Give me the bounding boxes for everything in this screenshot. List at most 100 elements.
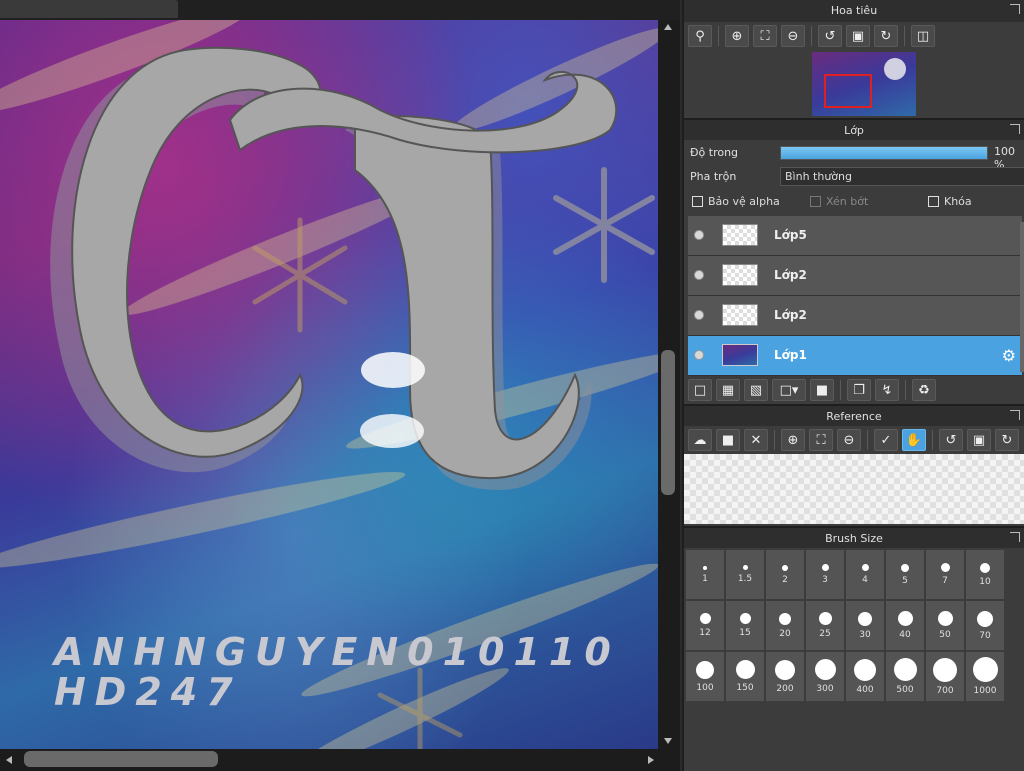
checkbox-box[interactable] <box>692 195 703 207</box>
navigator-view-rect[interactable] <box>824 74 872 108</box>
brush-dot <box>739 613 751 624</box>
toolbar-separator <box>718 26 719 46</box>
rotate-left-icon[interactable]: ↺ <box>818 25 842 47</box>
brush-size-option[interactable]: 5 <box>886 550 924 599</box>
navigator-preview[interactable] <box>684 50 1024 118</box>
duplicate-layer-icon[interactable]: ❐ <box>847 379 871 401</box>
opacity-slider[interactable] <box>780 146 988 160</box>
layer-item[interactable]: Lớp2 <box>688 256 1022 296</box>
rotate-right-icon[interactable]: ↻ <box>995 429 1019 451</box>
add-layer-menu-icon[interactable]: □▾ <box>772 379 806 401</box>
brush-size-option[interactable]: 15 <box>726 601 764 650</box>
merge-layer-icon[interactable]: ↯ <box>875 379 899 401</box>
new-raster-layer-icon[interactable]: ▦ <box>716 379 740 401</box>
brush-size-option[interactable]: 7 <box>926 550 964 599</box>
clipping-checkbox[interactable]: Xén bớt <box>810 195 928 208</box>
brush-size-option[interactable]: 1 <box>686 550 724 599</box>
brush-size-option[interactable]: 200 <box>766 652 804 701</box>
fit-screen-icon[interactable]: ▣ <box>846 25 870 47</box>
open-folder-icon[interactable]: ■ <box>716 429 740 451</box>
scroll-up-icon[interactable] <box>664 24 672 30</box>
zoom-out-icon[interactable]: ⊖ <box>837 429 861 451</box>
protect-alpha-checkbox[interactable]: Bảo vệ alpha <box>692 195 810 208</box>
brush-size-option[interactable]: 400 <box>846 652 884 701</box>
brush-dot <box>977 610 993 627</box>
brush-dot <box>940 563 950 572</box>
fit-screen-icon[interactable]: ▣ <box>967 429 991 451</box>
brush-size-option[interactable]: 500 <box>886 652 924 701</box>
layer-list-scrollbar[interactable] <box>1020 222 1024 372</box>
brush-size-label: 2 <box>782 574 788 585</box>
fit-icon[interactable]: ⛶ <box>809 429 833 451</box>
document-tab[interactable] <box>0 0 178 18</box>
layer-item-selected[interactable]: Lớp1 ⚙ <box>688 336 1022 376</box>
trash-icon[interactable]: ♻ <box>912 379 936 401</box>
close-icon[interactable]: ✕ <box>744 429 768 451</box>
hand-icon[interactable]: ✋ <box>902 429 926 451</box>
brush-size-option[interactable]: 3 <box>806 550 844 599</box>
brush-size-option[interactable]: 40 <box>886 601 924 650</box>
brush-size-option[interactable]: 700 <box>926 652 964 701</box>
brush-size-option[interactable]: 150 <box>726 652 764 701</box>
brush-size-option[interactable]: 1000 <box>966 652 1004 701</box>
expand-icon[interactable] <box>1010 410 1020 420</box>
expand-icon[interactable] <box>1010 532 1020 542</box>
brush-size-option[interactable]: 12 <box>686 601 724 650</box>
layer-toolbar: □ ▦ ▧ □▾ ■ ❐ ↯ ♻ <box>684 376 1024 404</box>
zoom-out-icon[interactable]: ⊖ <box>781 25 805 47</box>
new-halftone-layer-icon[interactable]: ▧ <box>744 379 768 401</box>
expand-icon[interactable] <box>1010 124 1020 134</box>
visibility-icon[interactable] <box>694 350 704 360</box>
reference-preview[interactable] <box>684 454 1024 524</box>
lock-checkbox[interactable]: Khóa <box>928 195 972 208</box>
brush-size-label: 400 <box>856 684 874 695</box>
layer-item[interactable]: Lớp5 <box>688 216 1022 256</box>
brush-size-option[interactable]: 25 <box>806 601 844 650</box>
vertical-scrollbar[interactable] <box>658 20 680 749</box>
flip-icon[interactable]: ◫ <box>911 25 935 47</box>
visibility-icon[interactable] <box>694 230 704 240</box>
brush-size-option[interactable]: 1.5 <box>726 550 764 599</box>
scroll-left-icon[interactable] <box>6 756 12 764</box>
layer-item[interactable]: Lớp2 <box>688 296 1022 336</box>
vertical-scroll-thumb[interactable] <box>661 350 675 495</box>
brush-size-option[interactable]: 4 <box>846 550 884 599</box>
folder-icon[interactable]: ■ <box>810 379 834 401</box>
zoom-in-icon[interactable]: ⊕ <box>725 25 749 47</box>
drawing-canvas[interactable]: ANHNGUYEN010110 HD247 <box>0 20 658 749</box>
brush-size-option[interactable]: 100 <box>686 652 724 701</box>
checkbox-box[interactable] <box>810 195 821 207</box>
brush-size-option[interactable]: 300 <box>806 652 844 701</box>
fit-icon[interactable]: ⛶ <box>753 25 777 47</box>
blend-label: Pha trộn <box>690 169 737 183</box>
brush-dot <box>735 660 755 679</box>
zoom-in-icon[interactable]: ⊕ <box>781 429 805 451</box>
rotate-left-icon[interactable]: ↺ <box>939 429 963 451</box>
gear-icon[interactable]: ⚙ <box>1002 346 1016 365</box>
visibility-icon[interactable] <box>694 310 704 320</box>
expand-icon[interactable] <box>1010 4 1020 14</box>
zoom-reset-icon[interactable]: ⚲ <box>688 25 712 47</box>
brush-size-option[interactable]: 2 <box>766 550 804 599</box>
app-window: ANHNGUYEN010110 HD247 Hoa tiêu ⚲ ⊕ ⛶ ⊖ ↺… <box>0 0 1024 771</box>
layer-thumbnail <box>722 304 758 326</box>
blend-mode-select[interactable]: Bình thường <box>780 167 1024 186</box>
scroll-down-icon[interactable] <box>664 738 672 744</box>
brush-size-option[interactable]: 30 <box>846 601 884 650</box>
visibility-icon[interactable] <box>694 270 704 280</box>
toolbar-separator <box>904 26 905 46</box>
brush-size-option[interactable]: 20 <box>766 601 804 650</box>
navigator-thumbnail[interactable] <box>812 52 916 116</box>
eyedropper-icon[interactable]: ✓ <box>874 429 898 451</box>
brush-size-option[interactable]: 70 <box>966 601 1004 650</box>
brush-size-option[interactable]: 10 <box>966 550 1004 599</box>
new-layer-icon[interactable]: □ <box>688 379 712 401</box>
scroll-right-icon[interactable] <box>648 756 654 764</box>
horizontal-scrollbar[interactable] <box>0 749 680 771</box>
upload-icon[interactable]: ☁ <box>688 429 712 451</box>
horizontal-scroll-thumb[interactable] <box>24 751 218 767</box>
brush-size-option[interactable]: 50 <box>926 601 964 650</box>
toolbar-separator <box>905 380 906 400</box>
rotate-right-icon[interactable]: ↻ <box>874 25 898 47</box>
checkbox-box[interactable] <box>928 195 939 207</box>
